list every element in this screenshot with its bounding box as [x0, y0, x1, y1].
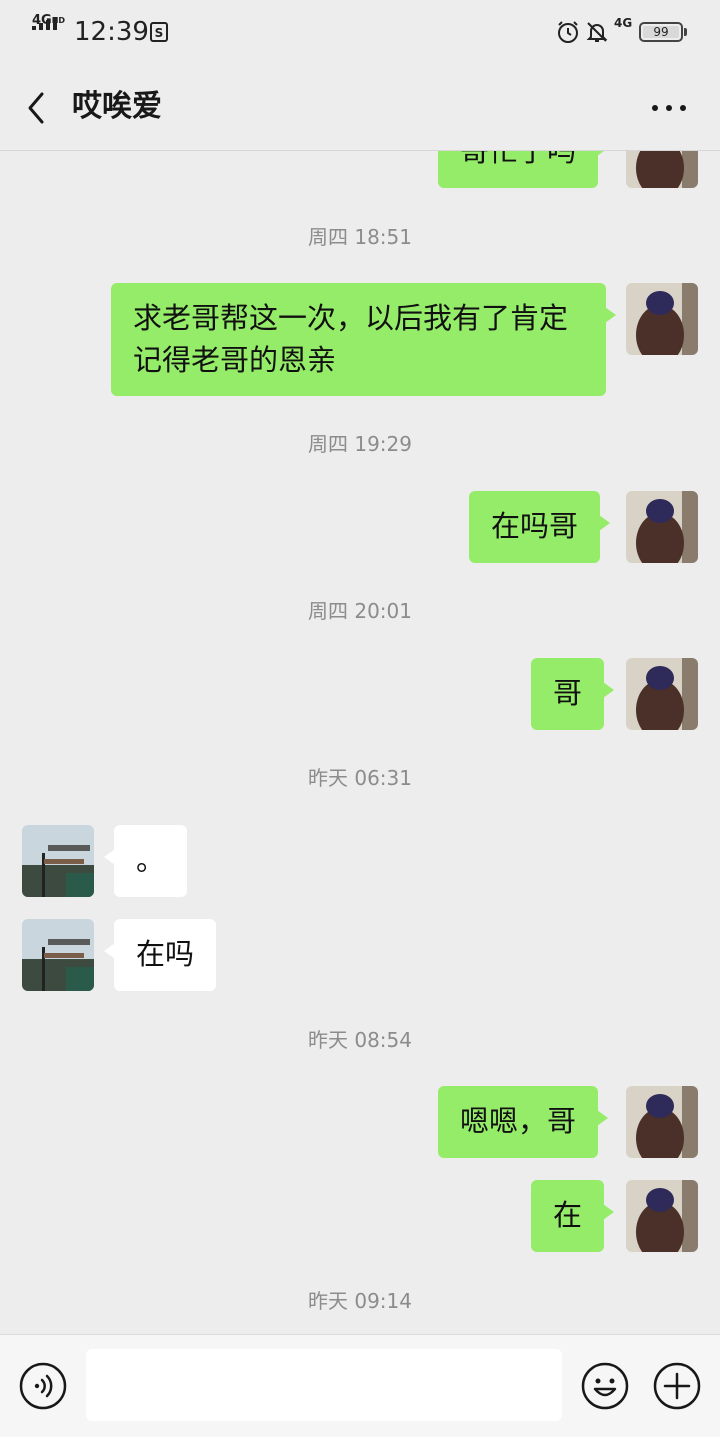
chat-header: 哎唉爱 — [0, 64, 720, 151]
my-avatar[interactable] — [626, 658, 698, 730]
contact-avatar[interactable] — [22, 919, 94, 991]
voice-icon — [19, 1362, 67, 1410]
more-dots-icon — [652, 105, 686, 111]
sim-icon: S — [150, 22, 168, 42]
chevron-left-icon — [28, 92, 44, 124]
timestamp: 周四 18:51 — [308, 225, 412, 249]
contact-avatar[interactable] — [22, 825, 94, 897]
my-avatar[interactable] — [626, 283, 698, 355]
message-bubble-sent[interactable]: 在 — [531, 1180, 615, 1252]
timestamp: 周四 20:01 — [308, 599, 412, 623]
message-bubble-sent[interactable]: 在吗哥 — [469, 491, 611, 563]
network-signal-icon: 4GHD — [32, 13, 66, 30]
timestamp: 周四 19:29 — [308, 432, 412, 456]
plus-icon — [653, 1362, 701, 1410]
voice-button[interactable] — [18, 1361, 68, 1411]
message-input[interactable] — [86, 1349, 562, 1421]
message-bubble-sent[interactable]: 哥 — [531, 658, 615, 730]
emoji-button[interactable] — [580, 1361, 630, 1411]
my-avatar[interactable] — [626, 1086, 698, 1158]
status-time: 12:39 — [74, 17, 149, 47]
svg-text:S: S — [155, 26, 164, 40]
back-button[interactable] — [18, 86, 58, 130]
input-bar — [0, 1334, 720, 1437]
battery-level: 99 — [653, 25, 669, 39]
chat-title: 哎唉爱 — [72, 89, 162, 124]
timestamp: 昨天 08:54 — [308, 1028, 412, 1052]
bell-off-icon — [585, 20, 609, 48]
message-bubble-received[interactable]: 。 — [103, 825, 188, 897]
my-avatar[interactable] — [626, 151, 698, 188]
message-bubble-sent[interactable]: 求老哥帮这一次，以后我有了肯定记得老哥的恩亲 — [111, 283, 616, 396]
my-avatar[interactable] — [626, 1180, 698, 1252]
status-bar: 4GHD 12:39 S 4G 99 — [0, 0, 720, 64]
battery-icon: 99 — [639, 22, 683, 42]
more-actions-button[interactable] — [652, 1361, 702, 1411]
timestamp: 昨天 09:14 — [308, 1289, 412, 1313]
emoji-icon — [581, 1362, 629, 1410]
message-list[interactable]: 哥忙了吗 周四 18:51 求老哥帮这一次，以后我有了肯定记得老哥的恩亲 周四 … — [0, 151, 720, 1334]
message-bubble-sent[interactable]: 嗯嗯，哥 — [438, 1086, 609, 1158]
message-bubble-sent[interactable]: 哥忙了吗 — [438, 151, 609, 188]
alarm-icon — [556, 20, 580, 48]
timestamp: 昨天 06:31 — [308, 766, 412, 790]
message-bubble-received[interactable]: 在吗 — [103, 919, 217, 991]
my-avatar[interactable] — [626, 491, 698, 563]
network-type: 4G — [614, 16, 633, 30]
more-button[interactable] — [646, 88, 692, 128]
